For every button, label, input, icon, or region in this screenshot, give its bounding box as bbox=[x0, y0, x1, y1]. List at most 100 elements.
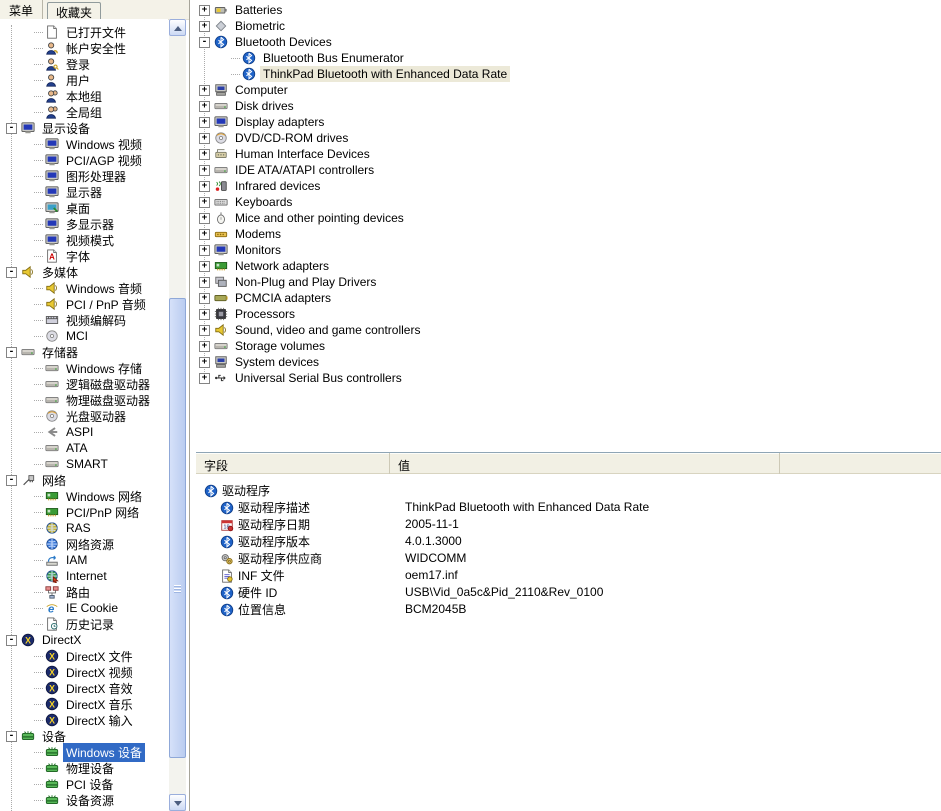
tree-item-label: Bluetooth Devices bbox=[232, 34, 335, 50]
expand-toggle[interactable]: + bbox=[199, 21, 210, 32]
device-tree-item[interactable]: +Keyboards bbox=[190, 194, 941, 210]
device-tree-item[interactable]: +Modems bbox=[190, 226, 941, 242]
device-tree-item[interactable]: +Mice and other pointing devices bbox=[190, 210, 941, 226]
expand-toggle[interactable]: + bbox=[199, 357, 210, 368]
tree-connector bbox=[34, 176, 43, 177]
sidebar-tree-item[interactable]: 历史记录 bbox=[0, 616, 168, 632]
detail-value: 4.0.1.3000 bbox=[405, 534, 462, 548]
expand-toggle[interactable]: + bbox=[199, 277, 210, 288]
expand-toggle[interactable]: + bbox=[199, 325, 210, 336]
expand-toggle[interactable]: + bbox=[199, 5, 210, 16]
device-tree-item[interactable]: +IDE ATA/ATAPI controllers bbox=[190, 162, 941, 178]
expand-toggle[interactable]: + bbox=[199, 229, 210, 240]
tree-connector bbox=[34, 672, 43, 673]
device-tree-item[interactable]: +Batteries bbox=[190, 2, 941, 18]
expand-toggle[interactable]: + bbox=[199, 117, 210, 128]
device-tree-item[interactable]: +Disk drives bbox=[190, 98, 941, 114]
device-tree-item[interactable]: +System devices bbox=[190, 354, 941, 370]
sidebar-scrollbar[interactable] bbox=[169, 19, 186, 811]
tree-connector bbox=[34, 752, 43, 753]
device-tree-item[interactable]: + Storage volumes bbox=[190, 338, 941, 354]
expand-toggle[interactable]: + bbox=[199, 341, 210, 352]
expand-toggle[interactable]: + bbox=[199, 85, 210, 96]
device-tree-item[interactable]: + Processors bbox=[190, 306, 941, 322]
expand-toggle[interactable]: - bbox=[6, 475, 17, 486]
device-tree-item[interactable]: +Display adapters bbox=[190, 114, 941, 130]
sidebar-tree-item[interactable]: 路由 bbox=[0, 584, 168, 600]
expand-toggle[interactable]: - bbox=[6, 731, 17, 742]
detail-field-label: 驱动程序供应商 bbox=[238, 550, 322, 567]
aspi-icon bbox=[45, 425, 59, 439]
expand-toggle[interactable]: + bbox=[199, 245, 210, 256]
expand-toggle[interactable]: + bbox=[199, 149, 210, 160]
detail-row[interactable]: 驱动程序描述ThinkPad Bluetooth with Enhanced D… bbox=[196, 499, 941, 516]
ide-icon bbox=[214, 163, 228, 177]
tab-favorites[interactable]: 收藏夹 bbox=[47, 2, 101, 19]
expand-toggle[interactable]: + bbox=[199, 293, 210, 304]
sidebar-tree-item[interactable]: 设备资源 bbox=[0, 792, 168, 808]
device-tree-item[interactable]: +DVD/CD-ROM drives bbox=[190, 130, 941, 146]
expand-toggle[interactable]: + bbox=[199, 165, 210, 176]
column-header-field[interactable]: 字段 bbox=[196, 453, 390, 474]
detail-row[interactable]: 驱动程序供应商WIDCOMM bbox=[196, 550, 941, 567]
expand-toggle[interactable]: + bbox=[199, 261, 210, 272]
device-tree-item[interactable]: +Monitors bbox=[190, 242, 941, 258]
sidebar-tree-item[interactable]: ATA bbox=[0, 440, 168, 456]
expand-toggle[interactable]: + bbox=[199, 309, 210, 320]
device-tree-item[interactable]: - Bluetooth Devices bbox=[190, 34, 941, 50]
expand-toggle[interactable]: + bbox=[199, 373, 210, 384]
expand-toggle[interactable]: + bbox=[199, 197, 210, 208]
sidebar-tree-item[interactable]: SMART bbox=[0, 456, 168, 472]
tab-menu[interactable]: 菜单 bbox=[0, 0, 43, 19]
detail-row[interactable]: 硬件 IDUSB\Vid_0a5c&Pid_2110&Rev_0100 bbox=[196, 584, 941, 601]
tree-item-label: Storage volumes bbox=[232, 338, 328, 354]
device-tree-item[interactable]: +Biometric bbox=[190, 18, 941, 34]
expand-toggle[interactable]: - bbox=[6, 267, 17, 278]
sidebar-tree-item[interactable]: 光盘驱动器 bbox=[0, 408, 168, 424]
device-tree-item[interactable]: Bluetooth Bus Enumerator bbox=[190, 50, 941, 66]
sidebar-tree-item[interactable]: PCI/PnP 网络 bbox=[0, 504, 168, 520]
sidebar-tree-item[interactable]: ASPI bbox=[0, 424, 168, 440]
expand-toggle[interactable]: + bbox=[199, 213, 210, 224]
device-tree-item[interactable]: +Human Interface Devices bbox=[190, 146, 941, 162]
scroll-up-button[interactable] bbox=[169, 19, 186, 36]
device-tree-item[interactable]: ThinkPad Bluetooth with Enhanced Data Ra… bbox=[190, 66, 941, 82]
scroll-down-button[interactable] bbox=[169, 794, 186, 811]
expand-toggle[interactable]: - bbox=[6, 123, 17, 134]
column-header-value[interactable]: 值 bbox=[390, 453, 780, 474]
speaker-icon bbox=[21, 265, 35, 279]
expand-toggle[interactable]: + bbox=[199, 181, 210, 192]
directx-icon: X bbox=[45, 713, 59, 727]
tree-item-label: Processors bbox=[232, 306, 298, 322]
drive-icon bbox=[45, 393, 59, 407]
device-tree-item[interactable]: +Computer bbox=[190, 82, 941, 98]
device-tree-item[interactable]: +Sound, video and game controllers bbox=[190, 322, 941, 338]
device-tree-item[interactable]: + Network adapters bbox=[190, 258, 941, 274]
detail-row[interactable]: 位置信息BCM2045B bbox=[196, 601, 941, 618]
expand-toggle[interactable]: - bbox=[6, 635, 17, 646]
mouse-icon bbox=[214, 211, 228, 225]
device-tree-item[interactable]: +Universal Serial Bus controllers bbox=[190, 370, 941, 386]
detail-row[interactable]: 驱动程序版本4.0.1.3000 bbox=[196, 533, 941, 550]
sidebar-tree-item[interactable]: XDirectX 输入 bbox=[0, 712, 168, 728]
sidebar-tree-item[interactable]: MCI bbox=[0, 328, 168, 344]
detail-row[interactable]: INF 文件oem17.inf bbox=[196, 567, 941, 584]
tree-connector bbox=[34, 64, 43, 65]
scrollbar-thumb[interactable] bbox=[169, 298, 186, 758]
detail-row[interactable]: 18驱动程序日期2005-11-1 bbox=[196, 516, 941, 533]
sidebar-tree-item[interactable]: 网络资源 bbox=[0, 536, 168, 552]
device-tree-item[interactable]: +Non-Plug and Play Drivers bbox=[190, 274, 941, 290]
sidebar-tree-item[interactable]: IAM bbox=[0, 552, 168, 568]
sidebar-tree-item[interactable]: 视频编解码 bbox=[0, 312, 168, 328]
drive-icon bbox=[45, 361, 59, 375]
sidebar-tree-item[interactable]: A字体 bbox=[0, 248, 168, 264]
detail-row[interactable]: 驱动程序 bbox=[196, 482, 941, 499]
device-tree-item[interactable]: +Infrared devices bbox=[190, 178, 941, 194]
expand-toggle[interactable]: + bbox=[199, 101, 210, 112]
tree-item-label: Network adapters bbox=[232, 258, 332, 274]
expand-toggle[interactable]: - bbox=[6, 347, 17, 358]
tree-item-label: ATA bbox=[63, 440, 91, 456]
expand-toggle[interactable]: + bbox=[199, 133, 210, 144]
expand-toggle[interactable]: - bbox=[199, 37, 210, 48]
device-tree-item[interactable]: +PCMCIA adapters bbox=[190, 290, 941, 306]
